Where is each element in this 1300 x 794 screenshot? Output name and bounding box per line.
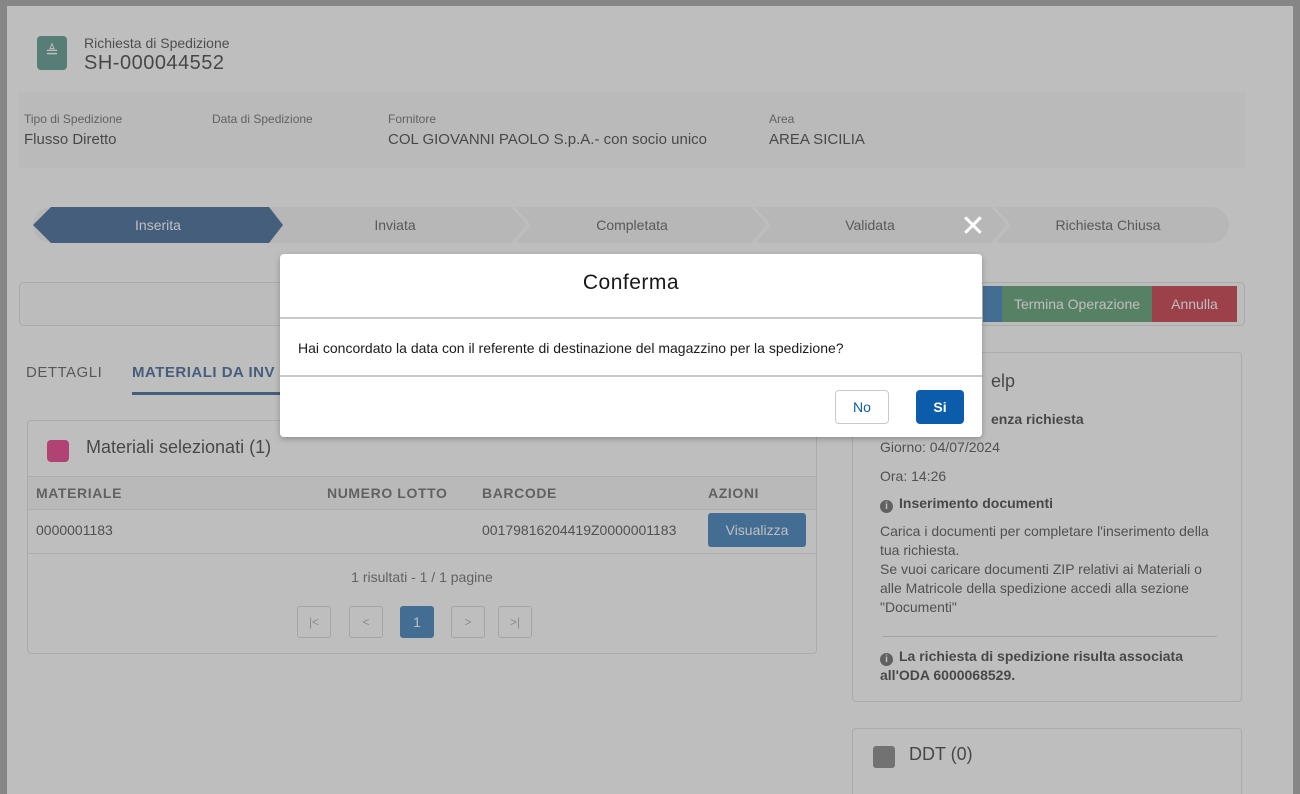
dialog-title: Conferma <box>280 254 982 319</box>
dialog-body: Hai concordato la data con il referente … <box>280 319 982 377</box>
dialog-footer: No Si <box>280 377 982 437</box>
dialog-message: Hai concordato la data con il referente … <box>298 340 844 356</box>
close-icon[interactable]: ✕ <box>958 212 988 242</box>
confirm-dialog: Conferma Hai concordato la data con il r… <box>280 254 982 437</box>
no-button[interactable]: No <box>835 390 889 424</box>
yes-button[interactable]: Si <box>916 390 964 424</box>
